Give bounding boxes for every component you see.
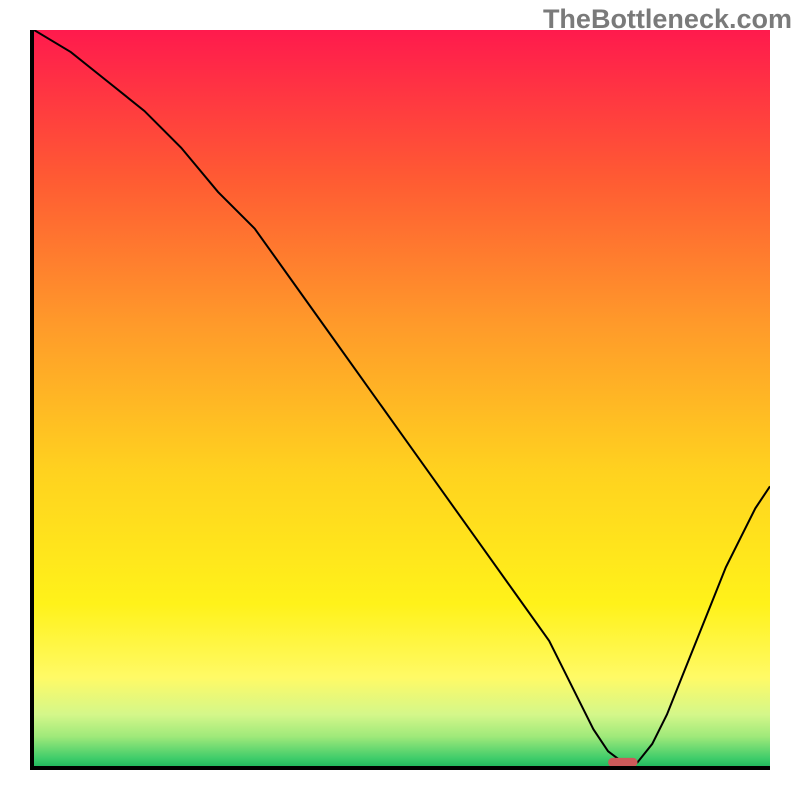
watermark-text: TheBottleneck.com [543,4,792,35]
chart-container: TheBottleneck.com [0,0,800,800]
optimal-point-marker [608,758,637,766]
gradient-background [34,30,770,766]
chart-plot [34,30,770,766]
